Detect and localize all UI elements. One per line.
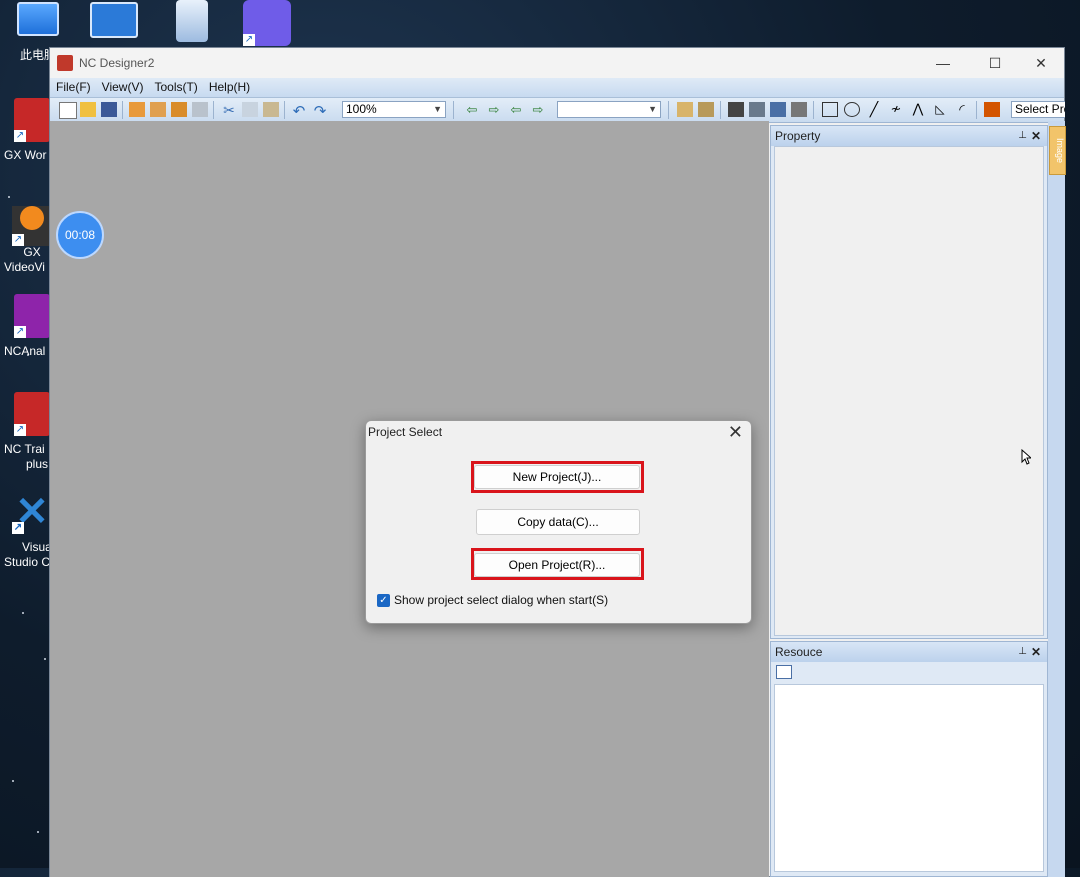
- presentation-icon: [90, 2, 138, 38]
- close-icon[interactable]: ✕: [1031, 126, 1041, 146]
- property-panel: Property ⊥ ✕: [770, 125, 1048, 639]
- gx-works-icon: ↗: [14, 98, 50, 142]
- triangle-tool-icon[interactable]: ◺: [932, 102, 948, 117]
- mouse-cursor-icon: [1021, 449, 1031, 465]
- zoom-value: 100%: [346, 102, 377, 116]
- minimize-button[interactable]: —: [920, 50, 966, 76]
- align-right-arrow-icon[interactable]: ⇨: [486, 102, 502, 117]
- menu-help[interactable]: Help(H): [203, 78, 255, 94]
- desktop-icon-app1[interactable]: [90, 2, 138, 38]
- copy-data-button[interactable]: Copy data(C)...: [476, 509, 640, 535]
- show-dialog-checkbox[interactable]: ✓: [377, 594, 390, 607]
- resource-window-icon[interactable]: [776, 665, 792, 679]
- new-screen-icon[interactable]: [129, 102, 145, 117]
- database-icon[interactable]: [791, 102, 807, 117]
- dialog-close-button[interactable]: ✕: [728, 422, 743, 443]
- pin-icon[interactable]: ⊥: [1018, 126, 1027, 146]
- side-strip: [1048, 121, 1065, 877]
- dialog-title: Project Select: [368, 425, 443, 439]
- list-icon[interactable]: [749, 102, 765, 117]
- property-panel-body[interactable]: [774, 146, 1044, 636]
- toolbar: ✂ ↶ ↷ 100% ▼ ⇦ ⇨ ⇦ ⇨ ▼ ╱ ≁ ⋀ ◺ ◜ Select P…: [50, 98, 1065, 123]
- project-select-dialog: Project Select ✕ New Project(J)... Copy …: [365, 420, 752, 624]
- polyline-tool-icon[interactable]: ≁: [888, 102, 904, 117]
- desktop-icon-app2[interactable]: ↗: [243, 0, 291, 46]
- copy-icon[interactable]: [242, 102, 258, 117]
- menu-file[interactable]: File(F): [50, 78, 96, 94]
- arc-tool-icon[interactable]: ◜: [954, 102, 970, 117]
- app-icon: [57, 55, 73, 71]
- image-side-tab[interactable]: Image: [1049, 126, 1066, 175]
- video-viewer-icon: ↗: [12, 206, 52, 246]
- nc-analyzer-icon: ↗: [14, 294, 50, 338]
- shortcut-arrow-icon: ↗: [12, 522, 24, 534]
- window-title: NC Designer2: [79, 56, 155, 70]
- cut-icon[interactable]: ✂: [221, 102, 237, 118]
- property-panel-title: Property: [775, 129, 821, 143]
- binoculars-icon[interactable]: [728, 102, 744, 117]
- chevron-down-icon: ▼: [648, 104, 657, 114]
- shortcut-arrow-icon: ↗: [14, 424, 26, 436]
- polygon-tool-icon[interactable]: ⋀: [910, 102, 926, 117]
- window-icon[interactable]: [770, 102, 786, 117]
- move-forward-arrow-icon[interactable]: ⇨: [530, 102, 546, 117]
- show-dialog-checkbox-label: Show project select dialog when start(S): [394, 593, 609, 607]
- menu-tools[interactable]: Tools(T): [148, 78, 202, 94]
- paste-icon[interactable]: [263, 102, 279, 117]
- resource-panel: Resouce ⊥ ✕: [770, 641, 1048, 877]
- highlight-box: [471, 461, 644, 493]
- resource-panel-title: Resouce: [775, 645, 823, 659]
- close-button[interactable]: ✕: [1018, 50, 1064, 76]
- recycle-bin-icon: [176, 0, 208, 42]
- maximize-button[interactable]: ☐: [972, 50, 1018, 76]
- move-back-arrow-icon[interactable]: ⇦: [508, 102, 524, 117]
- new-file-icon[interactable]: [59, 102, 77, 119]
- zoom-select[interactable]: 100% ▼: [342, 101, 446, 118]
- shortcut-arrow-icon: ↗: [14, 326, 26, 338]
- undo-icon[interactable]: ↶: [291, 102, 307, 120]
- title-bar: NC Designer2 — ☐ ✕: [50, 48, 1064, 78]
- recording-timer[interactable]: 00:08: [56, 211, 104, 259]
- visual-studio-icon: ✕ ↗: [12, 490, 49, 534]
- chevron-down-icon: ▼: [433, 104, 442, 114]
- open-folder-icon[interactable]: [80, 102, 96, 117]
- monitor-icon: [17, 2, 59, 36]
- align-left-arrow-icon[interactable]: ⇦: [464, 102, 480, 117]
- property-panel-header: Property ⊥ ✕: [771, 126, 1047, 146]
- app-m-icon: ↗: [243, 0, 291, 46]
- secondary-select[interactable]: ▼: [557, 101, 661, 118]
- save-icon[interactable]: [101, 102, 117, 117]
- redo-icon[interactable]: ↷: [312, 102, 328, 120]
- nc-trainer-icon: ↗: [14, 392, 50, 436]
- shortcut-arrow-icon: ↗: [243, 34, 255, 46]
- menu-bar: File(F) View(V) Tools(T) Help(H): [50, 78, 1064, 98]
- desktop-icon-computer[interactable]: 此电脑: [14, 2, 62, 62]
- highlight-box: [471, 548, 644, 580]
- new-part-icon[interactable]: [150, 102, 166, 117]
- print-icon[interactable]: [192, 102, 208, 117]
- menu-view[interactable]: View(V): [96, 78, 149, 94]
- line-tool-icon[interactable]: ╱: [866, 102, 882, 117]
- pin-icon[interactable]: ⊥: [1018, 642, 1027, 662]
- resource-panel-header: Resouce ⊥ ✕: [771, 642, 1047, 662]
- open-screen-icon[interactable]: [171, 102, 187, 117]
- desktop-icon-recycle[interactable]: [168, 0, 216, 42]
- resource-toolbar: [771, 662, 1047, 684]
- rectangle-tool-icon[interactable]: [822, 102, 838, 117]
- shortcut-arrow-icon: ↗: [14, 130, 26, 142]
- select-project-combo[interactable]: Select Pro: [1011, 101, 1065, 118]
- image-tool-icon[interactable]: [984, 102, 1000, 117]
- circle-tool-icon[interactable]: [844, 102, 860, 117]
- resource-panel-body[interactable]: [774, 684, 1044, 872]
- close-icon[interactable]: ✕: [1031, 642, 1041, 662]
- bring-front-icon[interactable]: [677, 102, 693, 117]
- send-back-icon[interactable]: [698, 102, 714, 117]
